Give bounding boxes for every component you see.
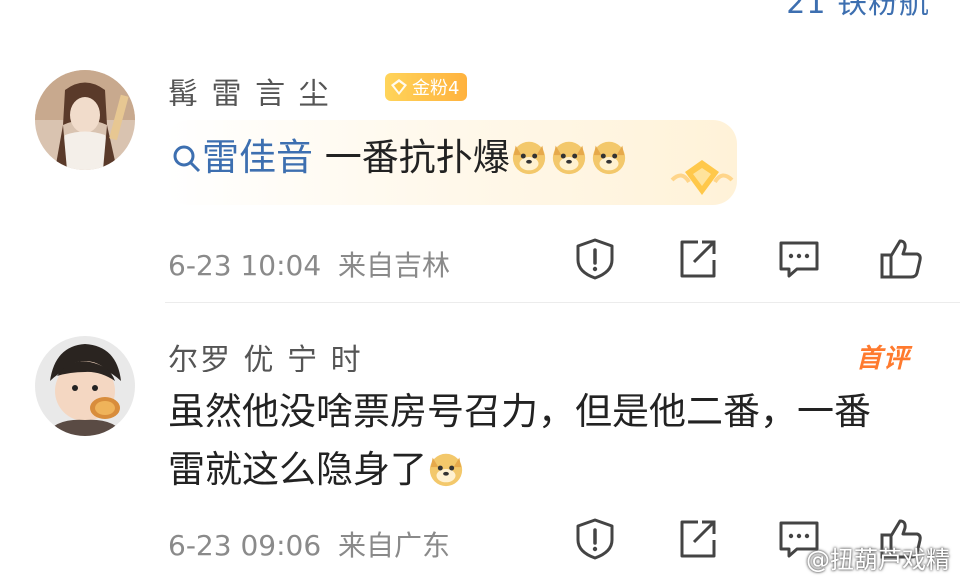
follow-link[interactable]: 21 铁粉航 — [786, 0, 930, 22]
doge-emoji — [512, 141, 545, 175]
location: 来自吉林 — [338, 249, 451, 282]
timestamp: 6-23 09:06 — [168, 529, 322, 562]
timestamp: 6-23 10:04 — [168, 249, 322, 282]
location: 来自广东 — [338, 529, 451, 562]
first-comment-badge: 首评 — [856, 344, 911, 374]
fan-badge-label: 金粉4 — [412, 78, 460, 99]
comment-meta: 6-23 09:06 来自广东 — [168, 524, 450, 564]
doge-emoji — [429, 453, 463, 487]
report-icon[interactable] — [572, 516, 618, 562]
share-icon[interactable] — [674, 516, 720, 562]
comment-meta: 6-23 10:04 来自吉林 — [168, 244, 450, 284]
like-icon[interactable] — [878, 236, 924, 282]
gem-icon — [670, 160, 734, 195]
mention-link[interactable]: 雷佳音 — [202, 136, 313, 179]
share-icon[interactable] — [674, 236, 720, 282]
divider — [165, 302, 960, 303]
watermark: @扭葫芦戏精 — [806, 546, 950, 574]
fan-badge[interactable]: 金粉4 — [385, 73, 468, 101]
doge-emoji — [592, 141, 625, 175]
comment-body: 雷就这么隐身了 — [168, 448, 427, 491]
avatar[interactable] — [35, 336, 135, 436]
comment-body: 一番抗扑爆 — [313, 136, 510, 179]
comment-text-line1: 虽然他没啥票房号召力，但是他二番，一番 — [168, 390, 871, 433]
comment-text: 雷佳音 一番抗扑爆 — [172, 128, 630, 188]
search-icon[interactable] — [172, 144, 202, 174]
reply-icon[interactable] — [776, 236, 822, 282]
avatar[interactable] — [35, 70, 135, 170]
gem-icon — [391, 79, 407, 95]
username[interactable]: 髯 雷 言 尘 — [168, 74, 331, 106]
username[interactable]: 尔罗 优 宁 时 — [168, 340, 363, 372]
report-icon[interactable] — [572, 236, 618, 282]
comment-text-line2: 雷就这么隐身了 — [168, 440, 467, 500]
doge-emoji — [552, 141, 585, 175]
